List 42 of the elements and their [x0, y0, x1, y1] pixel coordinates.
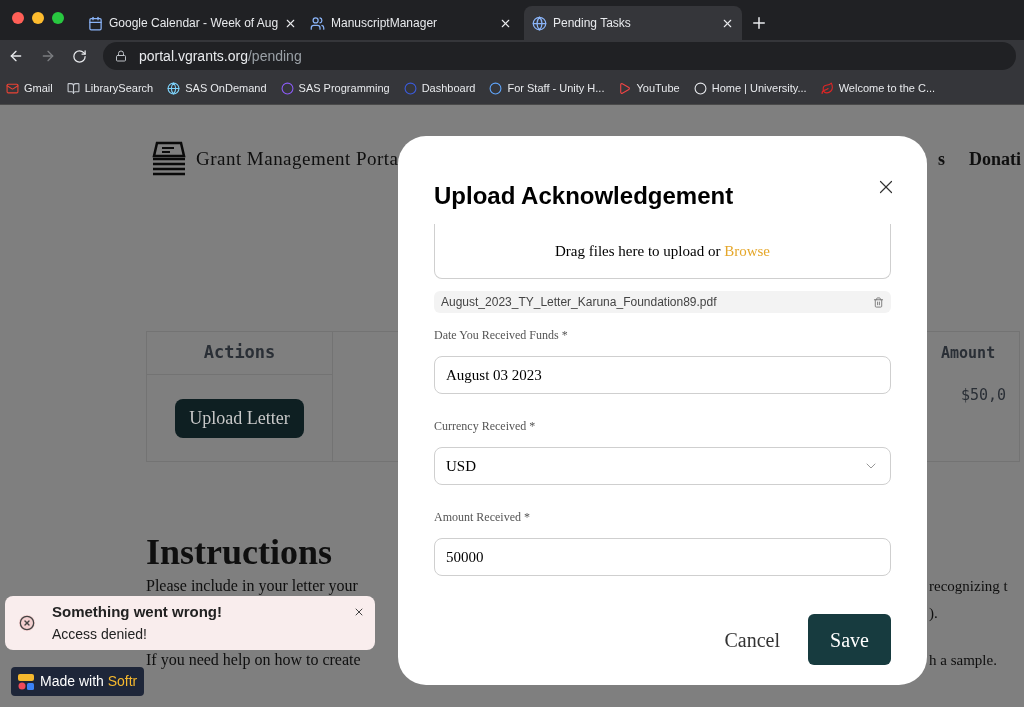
upload-letter-button[interactable]: Upload Letter — [175, 398, 304, 438]
bookmark[interactable]: LibrarySearch — [66, 79, 154, 97]
input-field[interactable]: August 03 2023 — [434, 356, 891, 394]
column-header: Actions — [147, 332, 332, 375]
field-label: Date You Received Funds * — [434, 327, 569, 344]
file-name: August_2023_TY_Letter_Karuna_Foundation89.pdf — [441, 294, 717, 311]
nav-link[interactable]: Donati — [969, 145, 1021, 173]
instruction-text: h a sample. — [929, 651, 997, 668]
address-bar[interactable]: portal.vgrants.org/pending — [103, 42, 1016, 70]
site-title: Grant Management Porta — [196, 146, 399, 171]
browser-tab[interactable]: Pending Tasks — [524, 6, 742, 40]
select-field[interactable]: USD — [434, 447, 891, 485]
dropzone-text: Drag files here to upload or Browse — [555, 241, 770, 261]
instruction-text: If you need help on how to create — [146, 650, 361, 668]
file-dropzone[interactable]: Drag files here to upload or Browse — [434, 224, 891, 279]
table-cell-text: $50,0 — [960, 385, 1008, 406]
bookmark[interactable]: Dashboard — [403, 79, 476, 97]
bookmark[interactable]: SAS Programming — [280, 79, 390, 97]
bookmark[interactable]: Gmail — [6, 79, 53, 97]
input-field[interactable]: 50000 — [434, 538, 891, 576]
dialog-title: Upload Acknowledgement — [434, 181, 734, 211]
toast-title: Something went wrong! — [52, 602, 222, 623]
bookmark[interactable]: For Staff - Unity H... — [489, 79, 605, 97]
field-label: Currency Received * — [434, 418, 537, 435]
made-with-badge[interactable]: Made with Softr — [11, 667, 145, 696]
field-label: Amount Received * — [434, 509, 531, 526]
instruction-text: Please include in your letter your — [146, 576, 358, 594]
instructions-heading: Instructions — [146, 532, 333, 572]
bookmark[interactable]: SAS OnDemand — [167, 79, 267, 97]
instruction-text: ). — [929, 604, 938, 621]
bookmark[interactable]: Welcome to the C... — [820, 79, 936, 97]
browser-tab[interactable]: Google Calendar - Week of Aug — [80, 6, 298, 40]
bookmark[interactable]: Home | University... — [693, 79, 807, 97]
save-button[interactable]: Save — [808, 614, 891, 665]
browser-tab[interactable]: ManuscriptManager — [302, 6, 520, 40]
nav-link[interactable]: s — [937, 145, 945, 173]
cancel-button[interactable]: Cancel — [724, 624, 780, 655]
bookmark[interactable]: YouTube — [618, 79, 680, 97]
toast-message: Access denied! — [52, 624, 148, 644]
badge-text: Made with Softr — [40, 672, 138, 691]
instruction-text: recognizing t — [929, 577, 1008, 594]
column-header: Amount — [941, 343, 997, 365]
